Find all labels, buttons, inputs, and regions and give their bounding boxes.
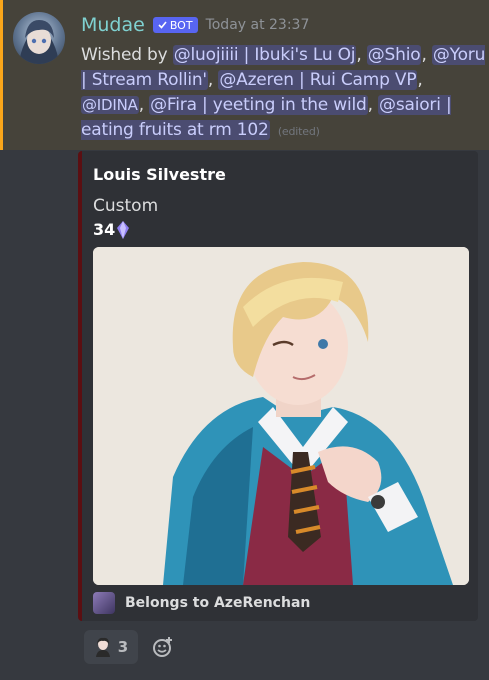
mention[interactable]: @luojiiii | Ibuki's Lu Oj xyxy=(172,45,357,65)
reaction-count: 3 xyxy=(117,638,129,656)
message-header: Mudae BOT Today at 23:37 xyxy=(81,14,309,36)
mention[interactable]: @IDINA xyxy=(81,96,139,114)
kakera-value-number: 34 xyxy=(93,220,116,239)
mention[interactable]: @Azeren | Rui Camp VP xyxy=(218,70,418,90)
kakera-crystal-icon xyxy=(117,220,130,239)
username[interactable]: Mudae xyxy=(81,14,145,36)
timestamp[interactable]: Today at 23:37 xyxy=(206,17,310,33)
checkmark-icon xyxy=(158,21,167,29)
kakera-value: 34 xyxy=(93,220,130,239)
character-emoji-icon xyxy=(95,637,110,657)
embed-footer: Belongs to AzeRenchan xyxy=(93,592,310,614)
embed-title: Louis Silvestre xyxy=(93,165,226,184)
edited-label: (edited) xyxy=(277,125,320,138)
add-reaction-button[interactable] xyxy=(150,634,176,660)
character-embed: Louis Silvestre Custom 34 Belongs to Aze… xyxy=(78,151,478,621)
add-reaction-icon xyxy=(153,637,172,657)
character-image[interactable] xyxy=(93,247,469,585)
wished-by-text: Wished by xyxy=(81,45,168,65)
message-content: Wished by @luojiiii | Ibuki's Lu Oj, @Sh… xyxy=(81,45,486,140)
owner-text: Belongs to AzeRenchan xyxy=(125,595,311,611)
reaction-button[interactable]: 3 xyxy=(84,630,138,664)
avatar[interactable] xyxy=(13,12,65,64)
reactions-bar: 3 xyxy=(84,630,176,664)
owner-avatar-icon xyxy=(93,592,115,614)
bot-label: BOT xyxy=(169,18,193,32)
mention[interactable]: @Shio xyxy=(366,45,422,65)
mention[interactable]: @Fira | yeeting in the wild xyxy=(149,95,368,115)
bot-tag: BOT xyxy=(152,17,198,33)
embed-description: Custom xyxy=(93,196,159,216)
message-highlight: Mudae BOT Today at 23:37 Wished by @luoj… xyxy=(0,0,489,150)
